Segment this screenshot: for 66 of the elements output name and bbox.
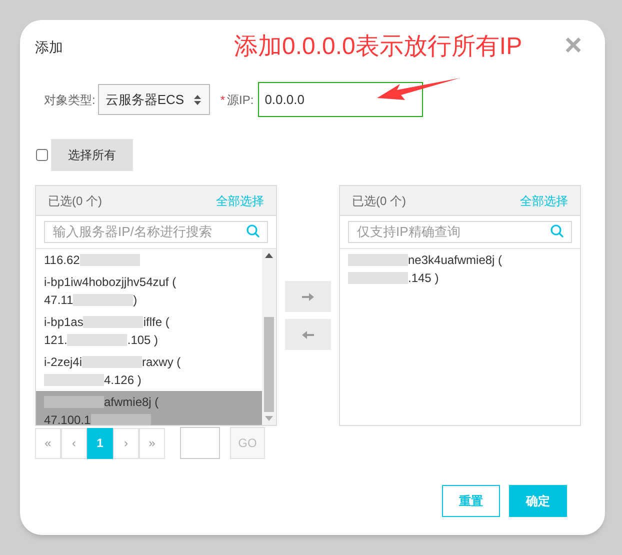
pagination-button[interactable]: 1	[87, 428, 113, 458]
object-type-label: 对象类型:	[44, 92, 96, 108]
scroll-down-icon[interactable]	[265, 416, 273, 421]
server-text: i-bp1iw4hobozjjhv54zuf (	[44, 274, 176, 291]
redaction-block	[348, 272, 408, 284]
selected-count: 已选(0 个)	[352, 192, 406, 210]
object-type-select[interactable]: 云服务器ECS	[98, 84, 210, 115]
redaction-block	[83, 316, 144, 328]
redaction-block	[73, 294, 134, 306]
server-text: ne3k4uafwmie8j (	[408, 252, 502, 269]
server-text: 47.100.1	[44, 412, 91, 425]
server-text: .105 )	[127, 332, 158, 349]
select-all-checkbox[interactable]	[36, 149, 48, 161]
pagination-button[interactable]: ›	[113, 428, 139, 458]
server-text: iflfe (	[143, 314, 170, 331]
close-button[interactable]: ×	[564, 34, 582, 58]
server-text: i-2zej4i	[44, 354, 82, 371]
server-list-item[interactable]: ne3k4uafwmie8j ( .145 )	[340, 249, 580, 289]
scrollbar-thumb[interactable]	[264, 317, 274, 412]
source-ip-label: 源IP:	[227, 92, 254, 108]
sort-arrows-icon	[194, 94, 202, 104]
server-text: 4.126 )	[104, 372, 142, 389]
redaction-block	[44, 374, 104, 386]
select-all-link[interactable]: 全部选择	[216, 192, 264, 210]
arrow-right-icon	[302, 292, 314, 302]
search-icon[interactable]	[246, 224, 260, 238]
server-text: afwmie8j (	[104, 394, 159, 411]
move-left-button[interactable]	[285, 319, 331, 350]
select-all-link[interactable]: 全部选择	[520, 192, 568, 210]
confirm-button[interactable]: 确定	[509, 485, 567, 517]
required-mark: *	[220, 92, 226, 108]
redaction-block	[80, 254, 140, 266]
server-list-item[interactable]: i-2zej4i raxwy ( 4.126 )	[36, 351, 262, 391]
search-field[interactable]: 仅支持IP精确查询	[348, 220, 572, 242]
go-button[interactable]: GO	[230, 427, 265, 459]
server-list-item[interactable]: 116.62	[36, 249, 262, 271]
source-ip-field[interactable]: 0.0.0.0	[258, 82, 423, 117]
redaction-block	[82, 356, 142, 368]
pagination-button[interactable]: «	[35, 428, 61, 458]
server-text: 116.62	[44, 252, 80, 269]
server-text: 47.11	[44, 292, 74, 309]
pagination-button[interactable]: ‹	[61, 428, 87, 458]
scroll-up-icon[interactable]	[265, 253, 273, 258]
redaction-block	[67, 334, 128, 346]
server-list-item[interactable]: i-bp1iw4hobozjjhv54zuf ( 47.11 )	[36, 271, 262, 311]
redaction-block	[90, 414, 151, 425]
pagination-button[interactable]: »	[139, 428, 165, 458]
redaction-block	[348, 254, 408, 266]
dialog-title: 添加	[35, 38, 63, 57]
server-text: )	[133, 292, 138, 309]
search-icon[interactable]	[550, 224, 564, 238]
arrow-left-icon	[302, 330, 314, 340]
server-text: 121.	[44, 332, 68, 349]
scrollbar[interactable]	[262, 249, 276, 425]
server-list-item[interactable]: afwmie8j ( 47.100.1	[36, 391, 262, 425]
search-field[interactable]: 输入服务器IP/名称进行搜索	[44, 220, 268, 242]
annotation-text: 添加0.0.0.0表示放行所有IP	[234, 32, 524, 62]
reset-button[interactable]: 重置	[442, 485, 500, 517]
server-text: raxwy (	[142, 354, 181, 371]
page-number-field[interactable]	[180, 427, 220, 459]
server-text: .145 )	[408, 270, 439, 287]
selected-count: 已选(0 个)	[48, 192, 102, 210]
server-list-item[interactable]: i-bp1as iflfe ( 121. .105 )	[36, 311, 262, 351]
move-right-button[interactable]	[285, 281, 331, 312]
server-text: i-bp1as	[44, 314, 84, 331]
select-all-button[interactable]: 选择所有	[51, 139, 133, 171]
